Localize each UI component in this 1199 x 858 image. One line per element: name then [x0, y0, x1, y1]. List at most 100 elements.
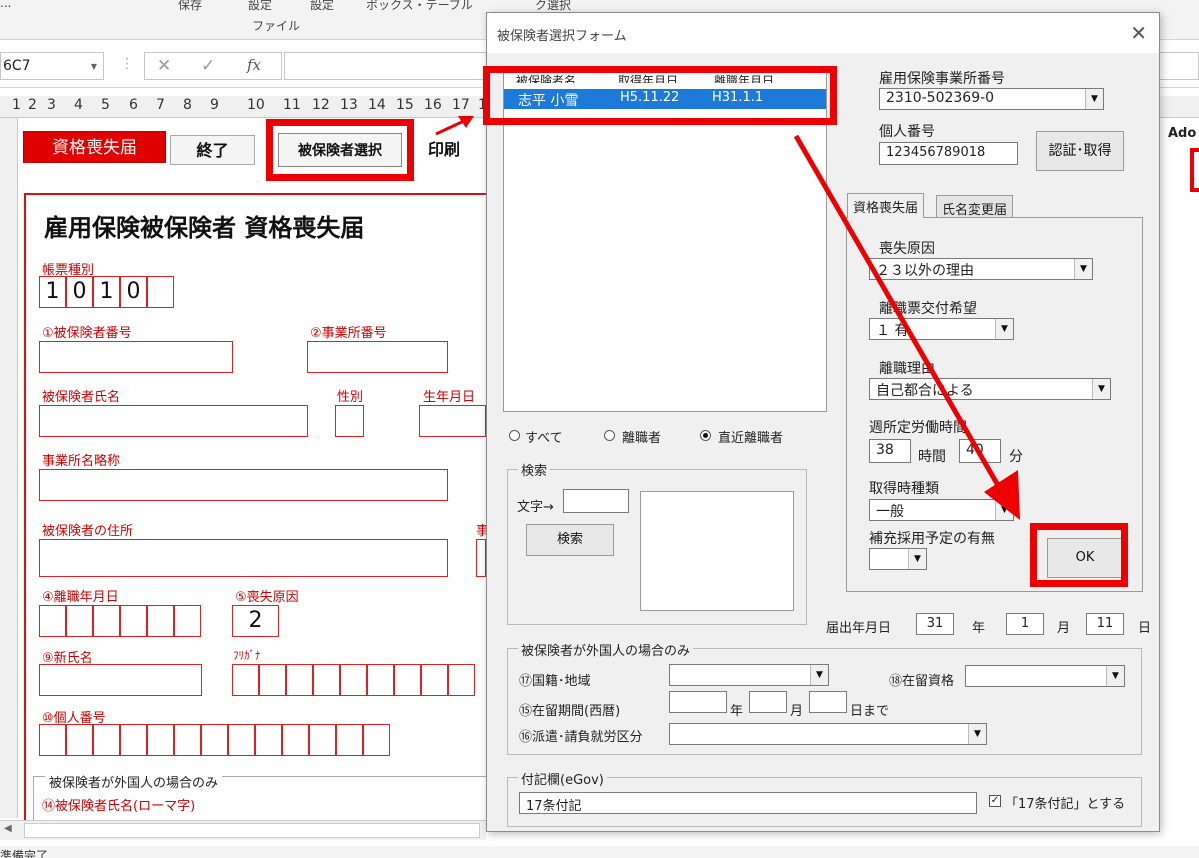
ribbon-fragment[interactable]: 設定 [248, 0, 272, 13]
auth-button[interactable]: 認証･取得 [1036, 131, 1124, 171]
tab-loss-report[interactable]: 資格喪失届 [847, 193, 925, 218]
ribbon-fragment[interactable]: ... [0, 0, 11, 10]
enter-icon[interactable]: ✓ [201, 56, 215, 76]
column-label[interactable]: 4 [74, 97, 83, 113]
print-button[interactable]: 印刷 [416, 135, 472, 165]
furigana-cell[interactable] [367, 664, 394, 696]
acquisition-type-select[interactable]: 一般 ▼ [869, 499, 1014, 521]
residence-day-input[interactable] [809, 691, 847, 713]
ok-button[interactable]: OK [1047, 538, 1123, 578]
column-label[interactable]: 12 [312, 97, 330, 113]
nationality-select[interactable]: ▼ [669, 664, 829, 686]
column-label[interactable]: 2 [28, 97, 37, 113]
my-number-cell[interactable] [363, 724, 390, 756]
furigana-cell[interactable] [259, 664, 286, 696]
form-type-digit[interactable]: 1 [39, 276, 66, 308]
column-label[interactable]: 9 [210, 97, 219, 113]
separation-date-cell[interactable] [174, 605, 201, 637]
form-type-digit[interactable]: 0 [120, 276, 147, 308]
gender-field[interactable] [335, 405, 364, 437]
column-label[interactable]: 11 [283, 97, 301, 113]
column-label[interactable]: 3 [47, 97, 56, 113]
chevron-down-icon[interactable]: ▼ [810, 665, 828, 685]
notes-input[interactable]: 17条付記 [519, 792, 977, 814]
filter-separated-radio[interactable] [604, 430, 615, 441]
filing-day-input[interactable]: 11 [1086, 613, 1124, 635]
office-number-field[interactable] [307, 341, 448, 373]
filter-all-radio[interactable] [509, 430, 520, 441]
address-side-field[interactable] [476, 539, 486, 577]
column-label[interactable]: 6 [129, 97, 138, 113]
my-number-cell[interactable] [39, 724, 66, 756]
filing-month-input[interactable]: 1 [1006, 613, 1044, 635]
separation-date-cell[interactable] [120, 605, 147, 637]
column-label[interactable]: 13 [340, 97, 358, 113]
separation-date-cell[interactable] [39, 605, 66, 637]
close-icon[interactable]: ✕ [1130, 21, 1147, 45]
select-insured-button[interactable]: 被保険者選択 [278, 133, 402, 167]
chevron-down-icon[interactable]: ▼ [1106, 666, 1124, 686]
furigana-cell[interactable] [286, 664, 313, 696]
my-number-cell[interactable] [174, 724, 201, 756]
chevron-down-icon[interactable]: ▼ [968, 724, 986, 744]
insured-address-field[interactable] [39, 539, 448, 577]
insured-number-field[interactable] [39, 341, 233, 373]
function-icon[interactable]: fx [247, 56, 261, 74]
minutes-input[interactable]: 40 [959, 439, 1001, 463]
office-number-select[interactable]: 2310-502369-0 ▼ [879, 88, 1104, 110]
column-label[interactable]: 1 [12, 97, 21, 113]
column-label[interactable]: 8 [183, 97, 192, 113]
office-name-field[interactable] [39, 469, 448, 501]
form-title-button[interactable]: 資格喪失届 [23, 131, 166, 163]
furigana-cell[interactable] [313, 664, 340, 696]
insured-listbox[interactable]: 被保険者名 取得年月日 離職年月日 志平 小雪 H5.11.22 H31.1.1 [503, 68, 827, 412]
chevron-down-icon[interactable]: ▼ [1074, 259, 1092, 279]
my-number-input[interactable]: 123456789018 [879, 142, 1018, 165]
residence-month-input[interactable] [749, 691, 787, 713]
form-type-digit[interactable]: 0 [66, 276, 93, 308]
search-button[interactable]: 検索 [526, 524, 614, 556]
furigana-cell[interactable] [448, 664, 475, 696]
column-label[interactable]: 7 [156, 97, 165, 113]
chevron-down-icon[interactable]: ▼ [1092, 379, 1110, 399]
dialog-titlebar[interactable]: 被保険者選択フォーム ✕ [487, 13, 1159, 53]
column-label[interactable]: 14 [368, 97, 386, 113]
separation-reason-select[interactable]: 自己都合による ▼ [869, 378, 1111, 400]
furigana-cell[interactable] [232, 664, 259, 696]
my-number-cell[interactable] [282, 724, 309, 756]
my-number-cell[interactable] [66, 724, 93, 756]
separation-date-cell[interactable] [147, 605, 174, 637]
separation-date-cell[interactable] [66, 605, 93, 637]
my-number-cell[interactable] [309, 724, 336, 756]
my-number-cell[interactable] [228, 724, 255, 756]
chevron-down-icon[interactable]: ▼ [995, 500, 1013, 520]
my-number-cell[interactable] [120, 724, 147, 756]
filing-year-input[interactable]: 31 [916, 613, 954, 635]
furigana-cell[interactable] [421, 664, 448, 696]
dispatch-select[interactable]: ▼ [669, 723, 987, 745]
residence-year-input[interactable] [669, 691, 727, 713]
furigana-cell[interactable] [340, 664, 367, 696]
column-label[interactable]: 17 [452, 97, 470, 113]
my-number-cell[interactable] [201, 724, 228, 756]
chevron-down-icon[interactable]: ▼ [1085, 89, 1103, 109]
my-number-cell[interactable] [336, 724, 363, 756]
exit-button[interactable]: 終了 [170, 135, 255, 165]
loss-reason-select[interactable]: ２３以外の理由 ▼ [869, 258, 1093, 280]
column-label[interactable]: 5 [101, 97, 110, 113]
my-number-cell[interactable] [147, 724, 174, 756]
furigana-cell[interactable] [394, 664, 421, 696]
form-type-digit[interactable]: 1 [93, 276, 120, 308]
insured-name-field[interactable] [39, 405, 308, 437]
separation-date-cell[interactable] [93, 605, 120, 637]
form-type-digit[interactable] [147, 276, 174, 308]
search-results-list[interactable] [640, 491, 794, 611]
name-box[interactable]: 6C7 ▼ [0, 52, 104, 80]
my-number-cell[interactable] [93, 724, 120, 756]
filter-recent-radio[interactable] [700, 430, 711, 441]
new-name-field[interactable] [39, 664, 202, 696]
column-label[interactable]: 16 [424, 97, 442, 113]
list-item[interactable]: 志平 小雪 H5.11.22 H31.1.1 [504, 89, 826, 109]
separation-slip-select[interactable]: １ 有 ▼ [869, 318, 1014, 340]
replacement-select[interactable]: ▼ [869, 548, 927, 570]
